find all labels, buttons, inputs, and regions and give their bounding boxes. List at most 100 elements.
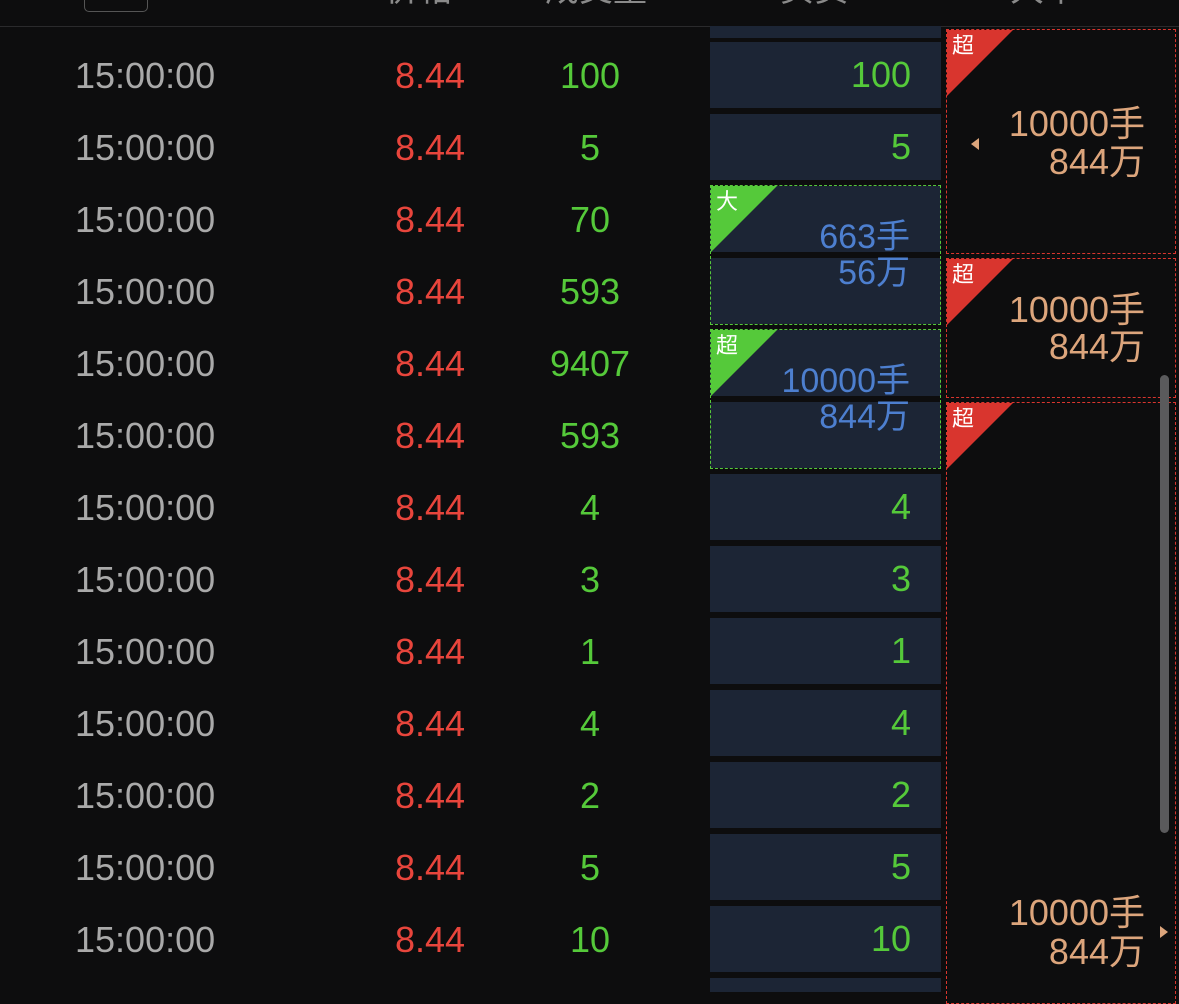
table-row[interactable]: 15:00:00 8.44 4 [0,688,705,760]
trade-time: 15:00:00 [75,271,216,312]
trade-price: 8.44 [394,631,466,672]
detail-value: 4 [890,702,911,743]
detail-value: 4 [890,486,911,527]
trade-volume: 10 [569,919,611,960]
large-order-lots: 663手 [819,218,910,256]
detail-value: 5 [890,846,911,887]
detail-value: 2 [890,774,911,815]
trade-price: 8.44 [394,487,466,528]
detail-value: 5 [890,126,911,167]
big-order-lots: 10000手 [1008,892,1145,933]
big-order-column: 超 10000手 844万 超 10000手 844万 超 10000手 844… [946,26,1176,1004]
table-row[interactable]: 15:00:00 8.44 5 [0,112,705,184]
trade-time: 15:00:00 [75,847,216,888]
trade-price: 8.44 [394,271,466,312]
super-order-tag-label: 超 [716,333,739,358]
trade-time: 15:00:00 [75,55,216,96]
trade-time: 15:00:00 [75,703,216,744]
trade-price: 8.44 [394,775,466,816]
table-row[interactable]: 15:00:00 8.44 2 [0,760,705,832]
trade-price: 8.44 [394,55,466,96]
table-row[interactable]: 15:00:00 8.44 70 [0,184,705,256]
trade-volume: 9407 [549,343,631,384]
detail-cell[interactable]: 10 [710,906,941,972]
detail-cell[interactable]: 3 [710,546,941,612]
trade-volume: 1 [579,631,601,672]
trade-price: 8.44 [394,919,466,960]
detail-cell[interactable]: 4 [710,690,941,756]
table-row[interactable]: 15:00:00 8.44 593 [0,256,705,328]
trade-time: 15:00:00 [75,199,216,240]
trade-price: 8.44 [394,847,466,888]
table-row[interactable]: 15:00:00 8.44 1 [0,616,705,688]
trade-time: 15:00:00 [75,559,216,600]
trade-time: 15:00:00 [75,343,216,384]
table-row[interactable]: 15:00:00 8.44 5 [0,832,705,904]
trade-volume: 5 [579,847,601,888]
trade-price: 8.44 [394,127,466,168]
detail-value: 1 [890,630,911,671]
header-price[interactable]: 价格 [385,0,453,10]
big-order-lots: 10000手 [1008,289,1145,330]
big-order-tag-label: 超 [952,406,975,431]
detail-cell[interactable]: 100 [710,42,941,108]
trade-volume: 70 [569,199,611,240]
header-big-order[interactable]: 大单 [1010,0,1078,10]
table-row[interactable]: 15:00:00 8.44 100 [0,40,705,112]
big-order-tag-label: 超 [952,33,975,58]
big-order-amount: 844万 [1048,326,1145,367]
table-row[interactable]: 15:00:00 8.44 10 [0,904,705,976]
trade-time: 15:00:00 [75,415,216,456]
detail-cell[interactable]: 5 [710,114,941,180]
big-order-card[interactable]: 超 10000手 844万 [946,258,1176,398]
detail-cell[interactable]: 2 [710,762,941,828]
trade-volume: 4 [579,703,601,744]
trade-time: 15:00:00 [75,487,216,528]
trade-time: 15:00:00 [75,631,216,672]
trade-price: 8.44 [394,559,466,600]
header-volume[interactable]: 成交量 [545,0,647,10]
trade-price: 8.44 [394,415,466,456]
trade-price: 8.44 [394,343,466,384]
big-order-card[interactable]: 超 10000手 844万 [946,29,1176,254]
super-order-amount: 844万 [819,398,910,436]
big-order-amount: 844万 [1048,931,1145,972]
trade-price: 8.44 [394,703,466,744]
detail-cell[interactable]: 1 [710,618,941,684]
trade-volume: 100 [559,55,621,96]
detail-value: 3 [890,558,911,599]
table-row[interactable]: 15:00:00 8.44 9407 [0,328,705,400]
big-order-tag-label: 超 [952,262,975,287]
super-order-lots: 10000手 [781,362,910,400]
big-order-amount: 844万 [1048,141,1145,182]
trade-volume: 3 [579,559,601,600]
trade-time: 15:00:00 [75,127,216,168]
detail-cell [710,978,941,992]
super-order-group[interactable]: 超 10000手 844万 [710,329,941,469]
trade-volume: 593 [559,271,621,312]
trade-price: 8.44 [394,199,466,240]
detail-cell[interactable]: 5 [710,834,941,900]
trade-volume: 2 [579,775,601,816]
scrollbar[interactable] [1160,375,1169,833]
table-row[interactable]: 15:00:00 8.44 593 [0,400,705,472]
big-order-card[interactable]: 超 10000手 844万 [946,402,1176,1004]
caret-right-icon [1160,926,1168,938]
detail-cell [710,26,941,38]
header-side[interactable]: 买卖 [780,0,848,10]
large-order-group[interactable]: 大 663手 56万 [710,185,941,325]
trade-volume: 593 [559,415,621,456]
table-header: 价格 成交量 买卖 大单 [0,0,1179,27]
table-row[interactable]: 15:00:00 8.44 3 [0,544,705,616]
trade-volume: 5 [579,127,601,168]
trade-time: 15:00:00 [75,775,216,816]
large-order-tag-label: 大 [716,189,739,214]
big-order-lots: 10000手 [1008,103,1145,144]
trade-volume: 4 [579,487,601,528]
order-detail-column: 100 5 大 663手 56万 超 10000手 844万 4 3 1 4 2… [710,26,941,992]
detail-cell[interactable]: 4 [710,474,941,540]
table-row[interactable]: 15:00:00 8.44 4 [0,472,705,544]
large-order-amount: 56万 [838,254,910,292]
detail-value: 10 [870,918,911,959]
header-toggle-button[interactable] [84,0,148,12]
